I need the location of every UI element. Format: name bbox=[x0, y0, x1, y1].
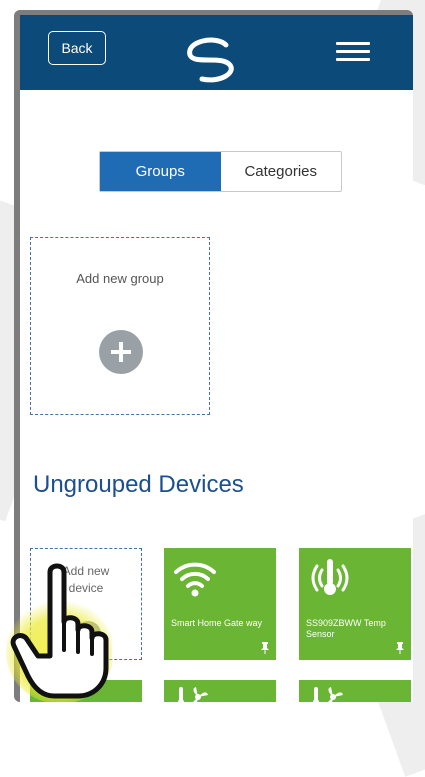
tab-groups[interactable]: Groups bbox=[100, 152, 221, 191]
section-title: Ungrouped Devices bbox=[33, 471, 244, 498]
device-tile[interactable] bbox=[164, 680, 276, 702]
add-group-label: Add new group bbox=[76, 271, 164, 286]
pin-icon[interactable] bbox=[395, 642, 405, 654]
device-tile[interactable]: Smart Home Gate way bbox=[164, 548, 276, 660]
app-header: Back bbox=[20, 15, 413, 90]
plus-circle-icon[interactable] bbox=[99, 330, 143, 374]
device-tile[interactable] bbox=[299, 680, 411, 702]
device-tile[interactable]: SS909ZBWW Temp Sensor bbox=[299, 548, 411, 660]
pointing-hand-icon bbox=[6, 563, 112, 702]
hamburger-menu-icon[interactable] bbox=[336, 42, 370, 62]
thermometer-fan-icon bbox=[313, 687, 343, 702]
swirl-logo-icon bbox=[187, 37, 234, 83]
view-toggle: Groups Categories bbox=[99, 151, 342, 192]
wifi-icon bbox=[174, 562, 216, 597]
tab-categories[interactable]: Categories bbox=[221, 152, 342, 191]
pin-icon[interactable] bbox=[260, 642, 270, 654]
thermometer-fan-icon bbox=[178, 687, 208, 702]
back-button[interactable]: Back bbox=[48, 31, 106, 65]
device-name: SS909ZBWW Temp Sensor bbox=[306, 618, 386, 639]
device-name: Smart Home Gate way bbox=[171, 618, 263, 628]
add-group-card[interactable]: Add new group bbox=[30, 237, 210, 415]
thermometer-icon bbox=[311, 559, 349, 595]
